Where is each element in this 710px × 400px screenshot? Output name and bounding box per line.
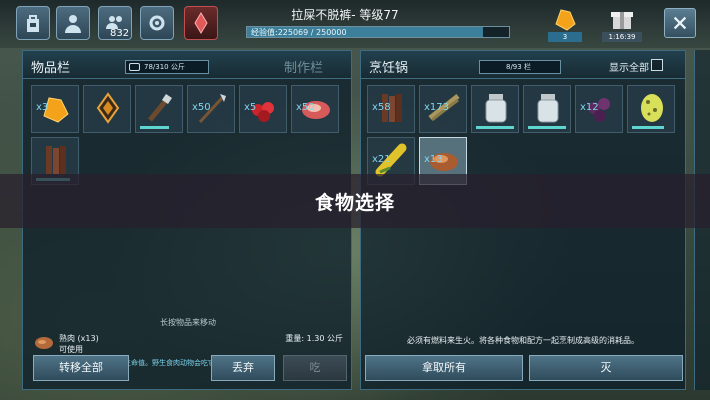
transfer-all-button[interactable]: 转移全部 bbox=[33, 355, 129, 381]
banner-title: 食物选择 bbox=[314, 191, 395, 214]
durability-bar bbox=[528, 126, 566, 129]
title-banner: 食物选择 bbox=[0, 174, 710, 228]
item-quantity: x12 bbox=[580, 102, 599, 113]
cooking-pot-slots: 8/93 栏 bbox=[479, 60, 561, 74]
item-slot-fiber[interactable]: x173 bbox=[419, 85, 467, 133]
durability-bar bbox=[476, 126, 514, 129]
xp-bar: 经验值:225069 / 250000 bbox=[246, 26, 510, 38]
take-all-button[interactable]: 拿取所有 bbox=[365, 355, 523, 381]
durability-bar bbox=[632, 126, 665, 129]
item-slot-raw-meat[interactable]: x50 bbox=[291, 85, 339, 133]
eat-button[interactable]: 吃 bbox=[283, 355, 347, 381]
selected-item-state: 可使用 bbox=[59, 345, 83, 354]
item-quantity: x3 bbox=[36, 102, 49, 113]
selected-item-weight: 重量: 1.30 公斤 bbox=[285, 334, 343, 343]
item-quantity: x50 bbox=[192, 102, 211, 113]
item-slot-cryopod[interactable] bbox=[83, 85, 131, 133]
show-all-checkbox[interactable] bbox=[651, 59, 663, 71]
durability-bar bbox=[140, 126, 169, 129]
close-icon[interactable] bbox=[664, 8, 696, 38]
amber-count: 3 bbox=[548, 32, 582, 42]
cooking-pot-header: 烹饪锅 8/93 栏 显示全部 bbox=[361, 51, 685, 79]
cooking-pot-title: 烹饪锅 bbox=[369, 61, 409, 76]
inventory-header: 物品栏 78/310 公斤 制作栏 bbox=[23, 51, 351, 79]
cooking-pot-slots-text: 8/93 栏 bbox=[506, 63, 531, 71]
cooked-meat-icon bbox=[35, 337, 53, 349]
item-slot-torch[interactable] bbox=[135, 85, 183, 133]
item-slot-amber[interactable]: x3 bbox=[31, 85, 79, 133]
torch-icon bbox=[148, 94, 172, 122]
item-slot-narcoberries[interactable]: x12 bbox=[575, 85, 623, 133]
top-hud: 832 拉屎不脱裤- 等级77 经验值:225069 / 250000 3 1:… bbox=[0, 0, 710, 48]
jar-icon bbox=[485, 94, 507, 123]
weight-icon bbox=[129, 63, 140, 71]
drop-button[interactable]: 丢弃 bbox=[211, 355, 275, 381]
engram-icon[interactable] bbox=[140, 6, 174, 40]
item-quantity: x173 bbox=[424, 102, 450, 113]
inventory-weight-text: 78/310 公斤 bbox=[144, 63, 185, 71]
item-slot-spear[interactable]: x50 bbox=[187, 85, 235, 133]
extinguish-button[interactable]: 灭 bbox=[529, 355, 683, 381]
item-quantity: x21 bbox=[372, 154, 391, 165]
egg-icon bbox=[641, 94, 663, 122]
item-quantity: x5 bbox=[244, 102, 257, 113]
inventory-weight: 78/310 公斤 bbox=[125, 60, 209, 74]
inventory-title[interactable]: 物品栏 bbox=[31, 57, 70, 76]
backpack-icon[interactable] bbox=[16, 6, 50, 40]
show-all-label[interactable]: 显示全部 bbox=[609, 59, 649, 74]
item-quantity: x50 bbox=[296, 102, 315, 113]
wood-icon bbox=[46, 146, 66, 174]
tab-crafting[interactable]: 制作栏 bbox=[284, 57, 323, 76]
item-slot-wood[interactable]: x58 bbox=[367, 85, 415, 133]
item-slot-egg[interactable] bbox=[627, 85, 675, 133]
item-slot-water-jar[interactable] bbox=[471, 85, 519, 133]
player-name: 拉屎不脱裤- 等级77 bbox=[291, 8, 399, 22]
xp-text: 经验值:225069 / 250000 bbox=[251, 28, 347, 37]
cryo-icon bbox=[96, 92, 120, 124]
notification-count: 832 bbox=[110, 28, 130, 39]
jar-icon bbox=[537, 94, 559, 123]
item-slot-water-jar[interactable] bbox=[523, 85, 571, 133]
move-hint: 长按物品来移动 bbox=[160, 318, 216, 327]
item-quantity: x58 bbox=[372, 102, 391, 113]
timer: 1:16:39 bbox=[602, 32, 642, 42]
cooking-pot-description: 必须有燃料来生火。将各种食物和配方一起烹制成高级的消耗品。 bbox=[407, 336, 639, 345]
item-slot-red-berries[interactable]: x5 bbox=[239, 85, 287, 133]
obelisk-icon[interactable] bbox=[184, 6, 218, 40]
item-quantity: x13 bbox=[424, 154, 443, 165]
selected-item-name: 熟肉 (x13) bbox=[59, 334, 99, 343]
character-icon[interactable] bbox=[56, 6, 90, 40]
